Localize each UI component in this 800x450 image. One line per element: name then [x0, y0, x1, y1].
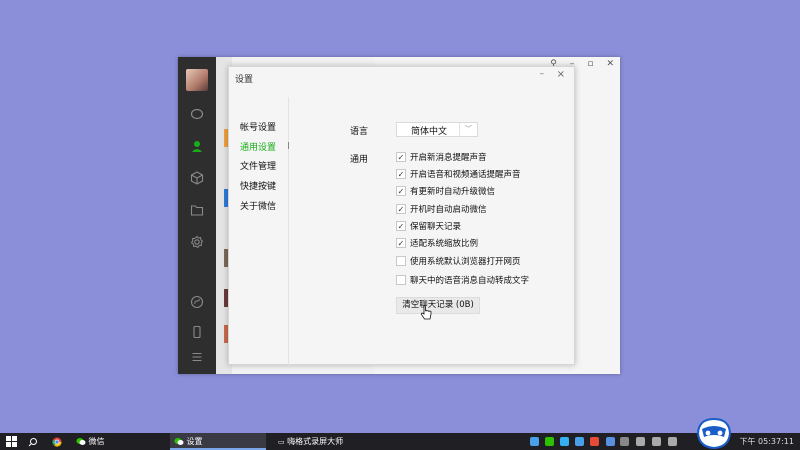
tray-app-icon[interactable] [590, 437, 599, 446]
wechat-sidebar [178, 57, 216, 374]
wifi-icon[interactable] [636, 437, 645, 446]
language-value: 简体中文 [411, 127, 448, 137]
contacts-icon[interactable] [189, 139, 205, 155]
language-select[interactable]: 简体中文 ﹀ [396, 122, 478, 137]
option-label: 开启新消息提醒声音 [410, 153, 487, 163]
taskbar: 微信 设置 ▭ 嗨格式录屏大师 下午 05:37:11 [0, 433, 800, 450]
tray-app-icon[interactable] [575, 437, 584, 446]
wechat-icon [174, 438, 184, 445]
taskbar-screen-recorder[interactable]: ▭ 嗨格式录屏大师 [274, 433, 374, 450]
dialog-title: 设置 [235, 75, 254, 85]
taskbar-recorder-label: 嗨格式录屏大师 [287, 437, 344, 446]
taskbar-settings[interactable]: 设置 [170, 433, 266, 450]
tray-app-icon[interactable] [530, 437, 539, 446]
favorites-icon[interactable] [189, 171, 205, 187]
camera-icon: ▭ [278, 438, 285, 446]
close-button[interactable]: × [557, 69, 565, 80]
settings-nav [229, 97, 289, 365]
checkbox[interactable]: ✓ [396, 169, 406, 179]
option-label: 有更新时自动升级微信 [410, 187, 496, 197]
folder-icon[interactable] [189, 203, 205, 219]
search-icon[interactable] [28, 433, 42, 450]
checkbox[interactable] [396, 275, 406, 285]
option-label: 开启语音和视频通话提醒声音 [410, 170, 521, 180]
phone-icon[interactable] [189, 325, 205, 341]
chrome-icon[interactable] [52, 433, 66, 450]
nav-general-settings[interactable]: 通用设置 [240, 140, 276, 153]
watermark-logo-icon [696, 417, 732, 450]
hand-cursor-icon [420, 305, 432, 320]
volume-icon[interactable] [668, 437, 677, 446]
nav-file-management[interactable]: 文件管理 [240, 159, 276, 172]
option-label: 保留聊天记录 [410, 222, 462, 232]
taskbar-wechat[interactable]: 微信 [72, 433, 162, 450]
settings-dialog: 设置 – × [228, 66, 575, 365]
nav-shortcut-keys[interactable]: 快捷按键 [240, 179, 276, 192]
avatar[interactable] [186, 69, 208, 91]
tray-app-icon[interactable] [606, 437, 615, 446]
clear-chat-history-button[interactable]: 清空聊天记录 (0B) [396, 297, 480, 314]
language-label: 语言 [350, 127, 369, 137]
option-label: 使用系统默认浏览器打开网页 [410, 257, 521, 267]
checkbox[interactable] [396, 256, 406, 266]
menu-icon[interactable] [189, 350, 205, 366]
nav-active-marker [288, 142, 289, 149]
wechat-icon [76, 438, 86, 445]
tray-app-icon[interactable] [560, 437, 569, 446]
chat-icon[interactable] [189, 107, 205, 123]
option-label: 适配系统缩放比例 [410, 239, 479, 249]
clock: 下午 05:37:11 [739, 437, 794, 446]
mini-program-icon[interactable] [189, 295, 205, 311]
battery-icon[interactable] [652, 437, 661, 446]
minimize-button[interactable]: – [540, 69, 545, 79]
option-label: 开机时自动启动微信 [410, 205, 487, 215]
nav-account-settings[interactable]: 帐号设置 [240, 120, 276, 133]
close-icon[interactable]: ✕ [606, 59, 614, 69]
settings-gear-icon[interactable] [189, 235, 205, 251]
taskbar-settings-label: 设置 [186, 437, 203, 446]
taskbar-wechat-label: 微信 [88, 437, 105, 446]
general-label: 通用 [350, 155, 369, 165]
windows-start-icon[interactable] [6, 436, 17, 447]
chevron-down-icon: ﹀ [459, 123, 477, 136]
nav-about-wechat[interactable]: 关于微信 [240, 199, 276, 212]
bluetooth-icon[interactable] [620, 437, 629, 446]
tray-wechat-icon[interactable] [545, 437, 554, 446]
option-label: 聊天中的语音消息自动转成文字 [410, 276, 530, 286]
checkbox[interactable]: ✓ [396, 186, 406, 196]
checkbox[interactable]: ✓ [396, 238, 406, 248]
checkbox[interactable]: ✓ [396, 204, 406, 214]
maximize-icon[interactable]: ▫ [587, 59, 593, 69]
checkbox[interactable]: ✓ [396, 221, 406, 231]
checkbox[interactable]: ✓ [396, 152, 406, 162]
